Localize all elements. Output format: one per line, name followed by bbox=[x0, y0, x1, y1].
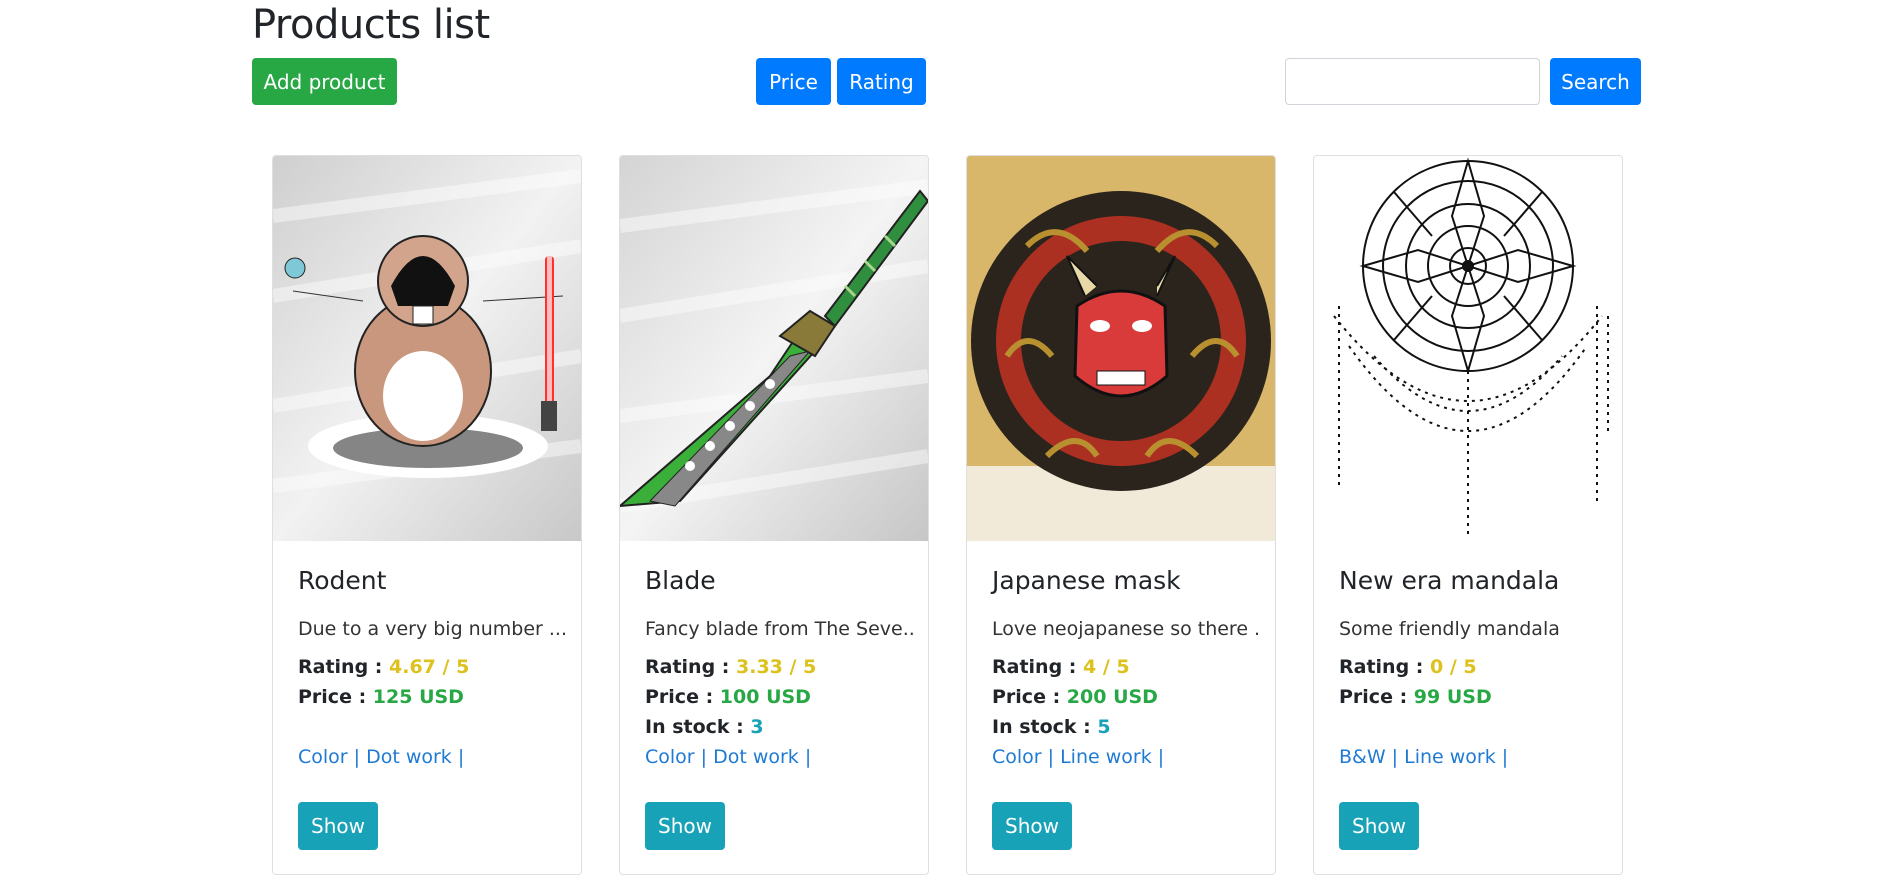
price-value: 99 USD bbox=[1413, 686, 1492, 708]
price-value: 200 USD bbox=[1066, 686, 1158, 708]
show-button[interactable]: Show bbox=[992, 802, 1072, 850]
price-row: Price : 100 USD bbox=[645, 686, 811, 708]
search-button[interactable]: Search bbox=[1550, 58, 1641, 105]
price-label: Price : bbox=[1339, 686, 1408, 708]
search-input[interactable] bbox=[1285, 58, 1540, 105]
price-row: Price : 200 USD bbox=[992, 686, 1158, 708]
product-name: Japanese mask bbox=[992, 566, 1181, 595]
price-row: Price : 99 USD bbox=[1339, 686, 1492, 708]
product-name: Rodent bbox=[298, 566, 387, 595]
rating-row: Rating : 4.67 / 5 bbox=[298, 656, 469, 678]
price-label: Price : bbox=[645, 686, 714, 708]
product-tags[interactable]: Color | Line work | bbox=[992, 746, 1164, 768]
show-button[interactable]: Show bbox=[1339, 802, 1419, 850]
product-description: Love neojapanese so there ... bbox=[992, 618, 1262, 640]
rating-label: Rating : bbox=[992, 656, 1077, 678]
show-button[interactable]: Show bbox=[645, 802, 725, 850]
product-description: Some friendly mandala bbox=[1339, 618, 1560, 640]
page-title: Products list bbox=[252, 2, 490, 48]
rating-label: Rating : bbox=[298, 656, 383, 678]
product-description: Fancy blade from The Seve... bbox=[645, 618, 915, 640]
product-card: Blade Fancy blade from The Seve... Ratin… bbox=[619, 155, 929, 875]
stock-value: 3 bbox=[750, 716, 764, 738]
add-product-button[interactable]: Add product bbox=[252, 58, 397, 105]
product-tags[interactable]: Color | Dot work | bbox=[298, 746, 464, 768]
rating-row: Rating : 3.33 / 5 bbox=[645, 656, 816, 678]
product-tags[interactable]: B&W | Line work | bbox=[1339, 746, 1508, 768]
rating-label: Rating : bbox=[1339, 656, 1424, 678]
rating-row: Rating : 0 / 5 bbox=[1339, 656, 1477, 678]
rating-value: 4 / 5 bbox=[1083, 656, 1130, 678]
product-card: Rodent Due to a very big number ... Rati… bbox=[272, 155, 582, 875]
stock-label: In stock : bbox=[992, 716, 1091, 738]
show-button[interactable]: Show bbox=[298, 802, 378, 850]
price-label: Price : bbox=[992, 686, 1061, 708]
rating-value: 4.67 / 5 bbox=[389, 656, 470, 678]
price-row: Price : 125 USD bbox=[298, 686, 464, 708]
stock-value: 5 bbox=[1097, 716, 1111, 738]
product-card: Japanese mask Love neojapanese so there … bbox=[966, 155, 1276, 875]
product-description: Due to a very big number ... bbox=[298, 618, 567, 640]
rating-value: 3.33 / 5 bbox=[736, 656, 817, 678]
stock-label: In stock : bbox=[645, 716, 744, 738]
green-blade-image bbox=[620, 156, 928, 541]
hamster-with-lightsaber-image bbox=[273, 156, 581, 541]
sort-rating-button[interactable]: Rating bbox=[837, 58, 926, 105]
mandala-image bbox=[1314, 156, 1622, 541]
product-tags[interactable]: Color | Dot work | bbox=[645, 746, 811, 768]
stock-row: In stock : 5 bbox=[992, 716, 1111, 738]
sort-price-button[interactable]: Price bbox=[756, 58, 831, 105]
stock-row: In stock : 3 bbox=[645, 716, 764, 738]
price-label: Price : bbox=[298, 686, 367, 708]
rating-value: 0 / 5 bbox=[1430, 656, 1477, 678]
product-name: New era mandala bbox=[1339, 566, 1560, 595]
oni-mask-image bbox=[967, 156, 1275, 541]
product-name: Blade bbox=[645, 566, 716, 595]
price-value: 125 USD bbox=[372, 686, 464, 708]
product-card: New era mandala Some friendly mandala Ra… bbox=[1313, 155, 1623, 875]
rating-row: Rating : 4 / 5 bbox=[992, 656, 1130, 678]
price-value: 100 USD bbox=[719, 686, 811, 708]
rating-label: Rating : bbox=[645, 656, 730, 678]
